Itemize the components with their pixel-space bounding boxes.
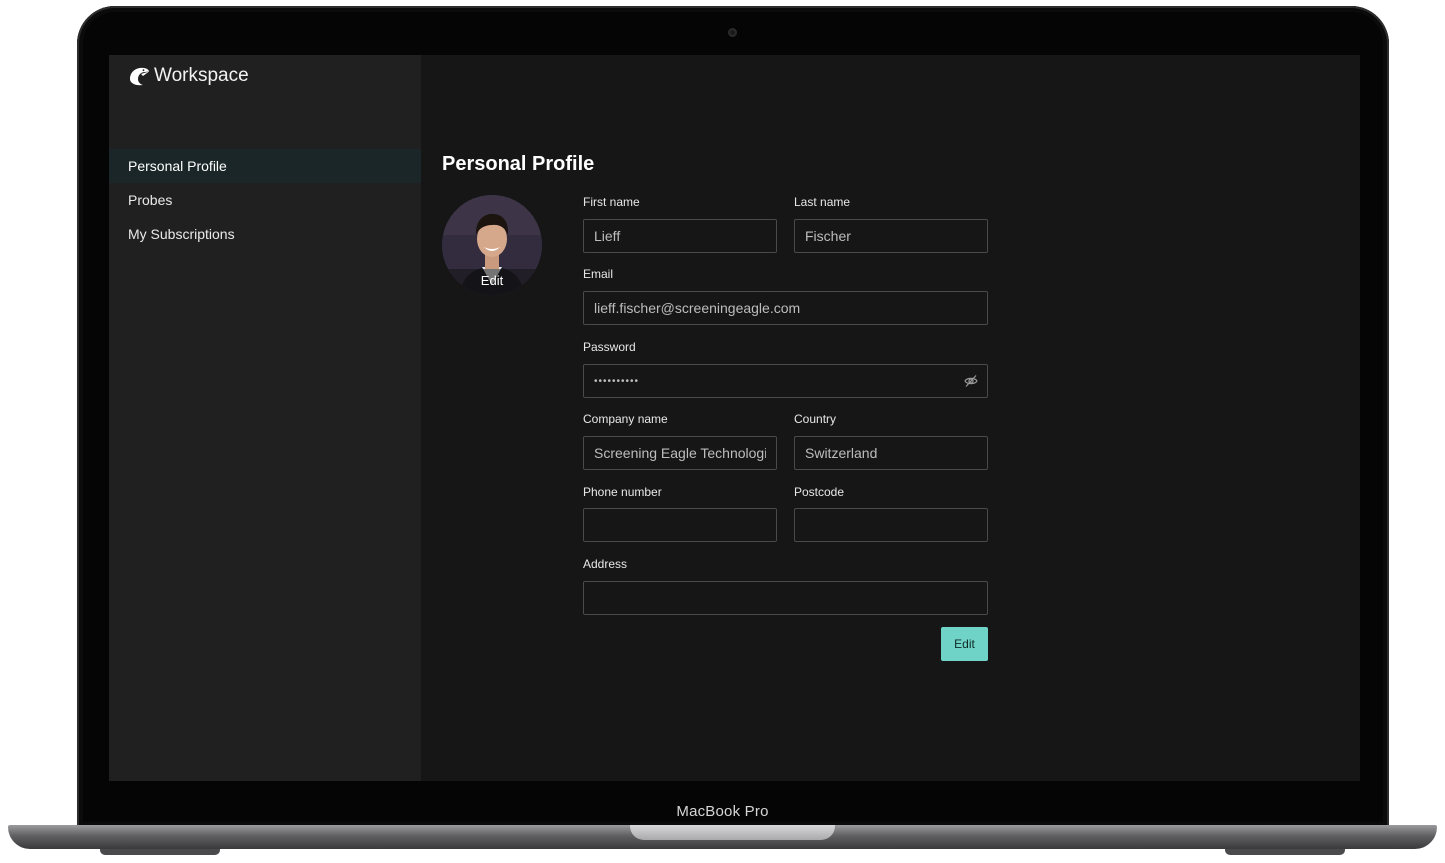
sidebar-item-personal-profile[interactable]: Personal Profile [109, 149, 421, 183]
address-label: Address [583, 557, 628, 571]
main-content: Personal Profile Edit First name Last na… [421, 55, 1360, 781]
avatar[interactable]: Edit [442, 195, 542, 295]
laptop-foot [100, 849, 220, 855]
postcode-label: Postcode [794, 485, 845, 499]
first-name-field[interactable] [583, 219, 777, 253]
country-field[interactable] [794, 436, 988, 470]
last-name-label: Last name [794, 195, 851, 209]
camera-icon [728, 28, 737, 37]
edit-button[interactable]: Edit [941, 627, 988, 661]
laptop-foot [1225, 849, 1345, 855]
sidebar: Workspace Personal Profile Probes My Sub… [109, 55, 421, 781]
eye-slash-icon[interactable] [964, 374, 978, 388]
email-field[interactable] [583, 291, 988, 325]
sidebar-item-probes[interactable]: Probes [109, 183, 421, 217]
last-name-field[interactable] [794, 219, 988, 253]
phone-number-label: Phone number [583, 485, 662, 499]
avatar-edit-label[interactable]: Edit [442, 269, 542, 295]
laptop-base-notch [630, 825, 835, 840]
sidebar-item-my-subscriptions[interactable]: My Subscriptions [109, 217, 421, 251]
app-window: Workspace Personal Profile Probes My Sub… [109, 55, 1360, 781]
email-label: Email [583, 267, 614, 281]
password-label: Password [583, 340, 636, 354]
first-name-label: First name [583, 195, 640, 209]
device-model-label: MacBook Pro [676, 803, 769, 820]
address-field[interactable] [583, 581, 988, 615]
app-name: Workspace [154, 65, 249, 86]
sidebar-nav: Personal Profile Probes My Subscriptions [109, 149, 421, 251]
country-label: Country [794, 412, 837, 426]
password-field[interactable] [583, 364, 988, 398]
eagle-icon [130, 67, 149, 86]
page-title: Personal Profile [442, 153, 595, 175]
brand[interactable]: Workspace [128, 65, 249, 87]
postcode-field[interactable] [794, 508, 988, 542]
company-name-field[interactable] [583, 436, 777, 470]
company-name-label: Company name [583, 412, 668, 426]
phone-number-field[interactable] [583, 508, 777, 542]
